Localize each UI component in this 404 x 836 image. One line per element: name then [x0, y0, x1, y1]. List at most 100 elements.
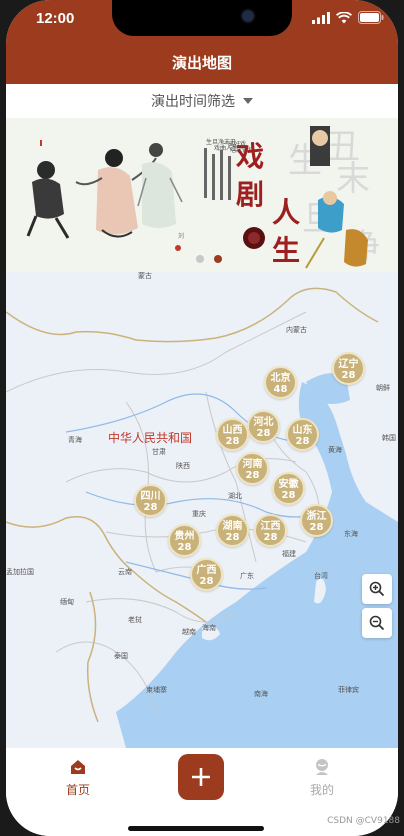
- province-marker-hunan[interactable]: 湖南 28: [216, 514, 249, 547]
- province-marker-shanxi[interactable]: 山西 28: [216, 418, 249, 451]
- app-header: 12:00 演出地图: [6, 0, 398, 84]
- banner-char-4: 生: [272, 234, 300, 267]
- app-screen: 12:00 演出地图 演出时间筛选 刘 生旦净末丑 戏曲人生 一出好戏 唱念做打…: [6, 0, 398, 836]
- banner-char-2: 剧: [236, 178, 264, 211]
- marker-name: 浙江: [306, 511, 327, 522]
- marker-count: 28: [295, 436, 310, 447]
- marker-name: 山西: [222, 425, 243, 436]
- device-notch: [112, 0, 292, 36]
- banner-carousel[interactable]: 刘 生旦净末丑 戏曲人生 一出好戏 唱念做打 戏 剧 人 生 生丑末旦净: [6, 118, 398, 272]
- place-label-north-korea: 朝鲜: [376, 383, 390, 392]
- tab-mine-label: 我的: [309, 783, 334, 797]
- marker-name: 山东: [292, 425, 313, 436]
- place-label-hainan: 海南: [202, 623, 216, 632]
- place-label-bangladesh: 孟加拉国: [6, 567, 34, 576]
- province-marker-jiangxi[interactable]: 江西 28: [254, 514, 287, 547]
- china-map[interactable]: 蒙古 内蒙古 甘肃 陕西 湖北 重庆 云南 广东 福建 台湾 海南 缅甸 老挝 …: [6, 272, 398, 748]
- marker-count: 28: [245, 470, 260, 481]
- marker-count: 28: [263, 532, 278, 543]
- carousel-dot-1: [196, 255, 204, 263]
- place-label-philippines: 菲律宾: [338, 685, 359, 694]
- place-label-south-korea: 韩国: [382, 433, 396, 442]
- place-label-qinghai: 青海: [68, 435, 82, 444]
- wifi-icon: [336, 11, 352, 23]
- place-label-taiwan: 台湾: [314, 571, 328, 580]
- map-base: 蒙古 内蒙古 甘肃 陕西 湖北 重庆 云南 广东 福建 台湾 海南 缅甸 老挝 …: [6, 272, 398, 748]
- province-marker-guangxi[interactable]: 广西 28: [190, 558, 223, 591]
- zoom-out-icon: [369, 615, 385, 631]
- place-label-east-sea: 东海: [344, 529, 358, 538]
- province-marker-zhejiang[interactable]: 浙江 28: [300, 504, 333, 537]
- tab-home[interactable]: 首页: [48, 758, 108, 798]
- marker-count: 28: [309, 522, 324, 533]
- home-icon: [71, 760, 85, 774]
- home-indicator: [128, 826, 264, 831]
- province-marker-sichuan[interactable]: 四川 28: [134, 484, 167, 517]
- marker-name: 湖南: [222, 521, 243, 532]
- province-marker-guizhou[interactable]: 贵州 28: [168, 524, 201, 557]
- page-title: 演出地图: [171, 54, 232, 72]
- place-label-inner-mongolia: 内蒙古: [286, 325, 307, 334]
- user-icon: [316, 759, 328, 775]
- place-label-yunnan: 云南: [118, 567, 132, 576]
- date-filter-dropdown[interactable]: 演出时间筛选: [6, 84, 398, 118]
- plus-icon: [192, 768, 210, 786]
- marker-name: 广西: [196, 565, 217, 576]
- marker-count: 28: [281, 490, 296, 501]
- svg-text:末: 末: [336, 159, 370, 199]
- status-time: 12:00: [36, 10, 75, 27]
- place-label-mongolia: 蒙古: [138, 272, 152, 280]
- watermark: CSDN @CV9188: [327, 816, 400, 826]
- place-label-yellow-sea: 黄海: [328, 445, 342, 454]
- province-marker-anhui[interactable]: 安徽 28: [272, 472, 305, 505]
- marker-count: 28: [256, 428, 271, 439]
- zoom-in-button[interactable]: [362, 574, 392, 604]
- marker-name: 安徽: [278, 479, 299, 490]
- province-marker-liaoning[interactable]: 辽宁 28: [332, 352, 365, 385]
- tab-home-label: 首页: [65, 783, 90, 797]
- marker-name: 河北: [253, 417, 274, 428]
- marker-name: 江西: [260, 521, 281, 532]
- marker-count: 28: [225, 436, 240, 447]
- date-filter-label: 演出时间筛选: [151, 94, 235, 110]
- marker-count: 28: [143, 502, 158, 513]
- tab-mine[interactable]: 我的: [292, 758, 352, 798]
- place-label-myanmar: 缅甸: [60, 597, 74, 606]
- camera-icon: [240, 8, 256, 24]
- signal-icon: [312, 11, 330, 24]
- status-icons: [312, 11, 384, 24]
- marker-name: 辽宁: [338, 359, 359, 370]
- zoom-in-icon: [369, 581, 385, 597]
- province-marker-shandong[interactable]: 山东 28: [286, 418, 319, 451]
- place-label-shaanxi: 陕西: [176, 461, 190, 470]
- place-label-chongqing: 重庆: [192, 509, 206, 518]
- marker-name: 四川: [140, 491, 161, 502]
- caret-down-icon: [243, 98, 253, 104]
- marker-name: 河南: [242, 459, 263, 470]
- zoom-out-button[interactable]: [362, 608, 392, 638]
- place-label-gansu: 甘肃: [152, 447, 166, 456]
- add-button[interactable]: [178, 754, 224, 800]
- marker-count: 28: [199, 576, 214, 587]
- battery-icon: [358, 11, 384, 24]
- banner-char-1: 戏: [235, 140, 264, 173]
- place-label-thailand: 泰国: [114, 651, 128, 660]
- marker-name: 北京: [270, 373, 291, 384]
- place-label-vietnam: 越南: [182, 627, 196, 636]
- banner-char-3: 人: [272, 196, 300, 229]
- province-marker-hebei[interactable]: 河北 28: [247, 410, 280, 443]
- marker-count: 28: [225, 532, 240, 543]
- marker-name: 贵州: [174, 531, 195, 542]
- province-marker-henan[interactable]: 河南 28: [236, 452, 269, 485]
- svg-text:刘: 刘: [178, 232, 184, 240]
- place-label-laos: 老挝: [128, 615, 142, 624]
- place-label-hubei: 湖北: [228, 491, 242, 500]
- marker-count: 28: [341, 370, 356, 381]
- marker-count: 28: [177, 542, 192, 553]
- province-marker-beijing[interactable]: 北京 48: [264, 366, 297, 399]
- place-label-south-sea: 南海: [254, 689, 268, 698]
- place-label-guangdong: 广东: [240, 571, 254, 580]
- marker-count: 48: [273, 384, 288, 395]
- country-label: 中华人民共和国: [108, 430, 192, 445]
- place-label-fujian: 福建: [282, 549, 296, 558]
